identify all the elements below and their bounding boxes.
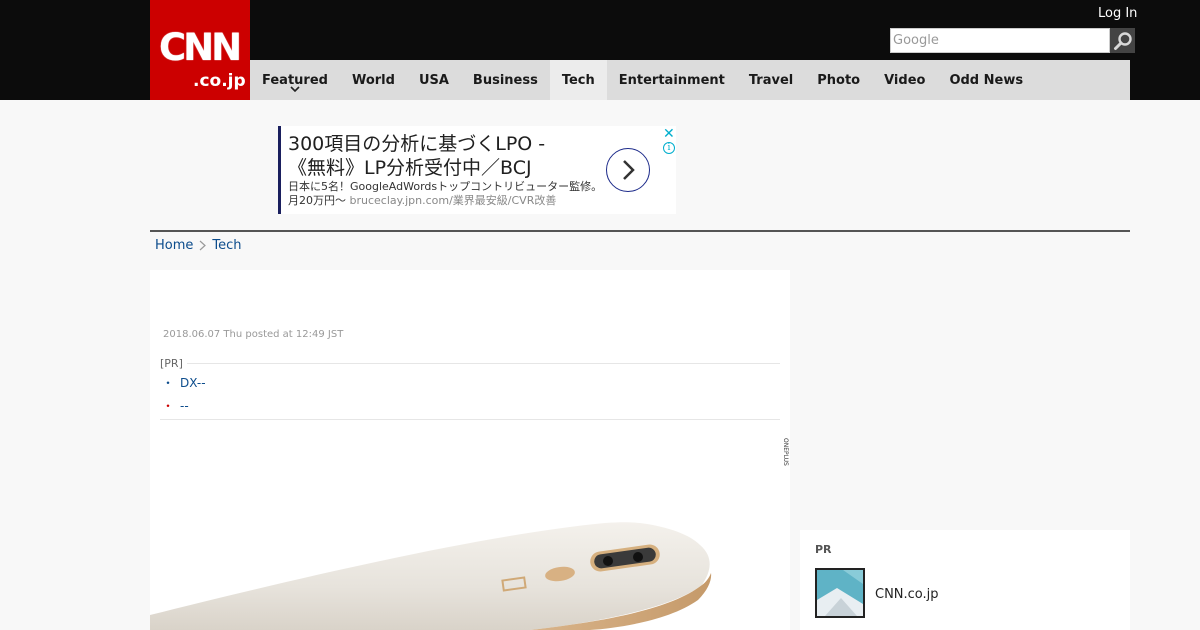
ad-banner[interactable]: 300項目の分析に基づくLPO - 《無料》LP分析受付中／BCJ 日本に5名！… <box>278 126 676 214</box>
chevron-right-icon <box>623 160 635 180</box>
ad-description: 日本に5名！GoogleAdWordsトップコントリビューター監修。月20万円〜… <box>288 180 608 208</box>
chevron-down-icon <box>290 86 300 92</box>
nav-item-odd-news[interactable]: Odd News <box>937 60 1035 100</box>
nav-item-usa[interactable]: USA <box>407 60 461 100</box>
ad-headline[interactable]: 300項目の分析に基づくLPO - 《無料》LP分析受付中／BCJ <box>288 132 588 180</box>
info-icon[interactable]: i <box>663 142 675 154</box>
nav-item-label: Photo <box>817 72 861 88</box>
breadcrumb-home[interactable]: Home <box>155 238 193 253</box>
nav-item-label: Odd News <box>949 72 1024 88</box>
ad-url[interactable]: bruceclay.jpn.com/業界最安級/CVR改善 <box>350 194 557 207</box>
article: 2018.06.07 Thu posted at 12:49 JST [PR] … <box>150 270 790 630</box>
close-icon[interactable]: ✕ <box>663 126 675 142</box>
nav-item-label: Entertainment <box>618 72 725 88</box>
sidebar-pr-title: PR <box>815 543 832 556</box>
phone-box-text: ONEPLUS <box>782 438 789 466</box>
nav-item-label: World <box>351 72 395 88</box>
login-link[interactable]: Log In <box>1098 6 1137 21</box>
search-input[interactable] <box>890 28 1110 53</box>
nav-item-travel[interactable]: Travel <box>737 60 805 100</box>
pr-link[interactable]: ・ DX-- <box>162 374 206 391</box>
chevron-right-icon <box>199 240 207 251</box>
search-icon <box>1113 31 1132 50</box>
nav-item-label: USA <box>418 72 449 88</box>
pr-thumbnail[interactable] <box>815 568 865 618</box>
nav-item-video[interactable]: Video <box>872 60 937 100</box>
article-photo: ONEPLUS <box>150 430 790 630</box>
nav-item-business[interactable]: Business <box>461 60 550 100</box>
logo-subtext: .co.jp <box>193 71 246 91</box>
divider <box>150 230 1130 232</box>
posted-timestamp: 2018.06.07 Thu posted at 12:49 JST <box>163 329 344 340</box>
pr-link[interactable]: ・ -- <box>162 397 189 414</box>
main-nav: Featured World USA Business Tech Enterta… <box>250 60 1130 100</box>
pr-link-label: -- <box>180 399 189 413</box>
bullet-icon: ・ <box>162 399 175 413</box>
breadcrumb-tech[interactable]: Tech <box>212 238 241 253</box>
cnn-logo[interactable]: CNN .co.jp <box>150 0 250 100</box>
sidebar-pr: PR CNN.co.jp <box>800 530 1130 630</box>
nav-item-tech[interactable]: Tech <box>549 60 607 100</box>
nav-item-label: Business <box>472 72 538 88</box>
ad-open-button[interactable] <box>606 148 650 192</box>
pr-link-label: DX-- <box>180 376 206 390</box>
nav-item-label: Travel <box>748 72 794 88</box>
search-button[interactable] <box>1110 28 1135 53</box>
nav-item-featured[interactable]: Featured <box>250 60 340 100</box>
nav-item-label: Video <box>884 72 926 88</box>
bullet-icon: ・ <box>162 376 175 390</box>
pr-links-block: [PR] ・ DX-- ・ -- <box>160 357 780 420</box>
nav-item-label: Tech <box>561 72 595 88</box>
nav-item-world[interactable]: World <box>340 60 407 100</box>
pr-item-label[interactable]: CNN.co.jp <box>875 587 939 602</box>
nav-item-entertainment[interactable]: Entertainment <box>607 60 737 100</box>
logo-text: CNN <box>159 26 242 69</box>
thumbnail-image-icon <box>817 570 863 616</box>
nav-item-photo[interactable]: Photo <box>805 60 872 100</box>
pr-tag: [PR] <box>160 357 187 370</box>
breadcrumb: Home Tech <box>155 238 242 253</box>
